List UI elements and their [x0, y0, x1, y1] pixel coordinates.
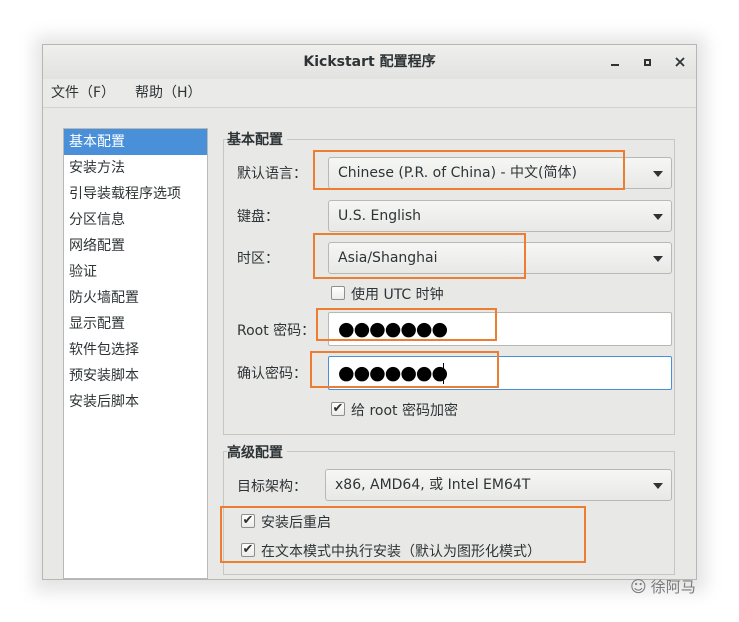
close-icon: [675, 57, 685, 67]
sidebar-item-auth[interactable]: 验证: [64, 259, 207, 285]
watermark: ☺ 徐阿马: [630, 576, 696, 597]
arch-label: 目标架构：: [237, 479, 307, 495]
window-title: Kickstart 配置程序: [303, 54, 436, 70]
menu-file[interactable]: 文件（F）: [51, 79, 115, 107]
sidebar-item-basic[interactable]: 基本配置: [64, 129, 207, 155]
maximize-button[interactable]: [635, 50, 659, 74]
wechat-icon: ☺: [630, 577, 647, 596]
sidebar-item-install-method[interactable]: 安装方法: [64, 155, 207, 181]
highlight-root-password: [316, 308, 497, 341]
basic-config-title: 基本配置: [227, 129, 287, 149]
sidebar: 基本配置 安装方法 引导装载程序选项 分区信息 网络配置 验证 防火墙配置 显示…: [63, 128, 208, 579]
highlight-advanced-options: [220, 506, 586, 563]
chevron-down-icon: [653, 256, 663, 262]
encrypt-checkbox[interactable]: ✔: [331, 402, 345, 416]
sidebar-item-post-script[interactable]: 安装后脚本: [64, 389, 207, 415]
language-label: 默认语言：: [237, 166, 307, 182]
arch-value: x86, AMD64, 或 Intel EM64T: [335, 477, 531, 493]
keyboard-combo[interactable]: U.S. English: [328, 200, 672, 232]
sidebar-item-partition[interactable]: 分区信息: [64, 207, 207, 233]
chevron-down-icon: [653, 171, 663, 177]
menu-help[interactable]: 帮助（H）: [135, 79, 202, 107]
root-password-label: Root 密码：: [237, 323, 316, 339]
sidebar-item-network[interactable]: 网络配置: [64, 233, 207, 259]
advanced-config-title: 高级配置: [227, 442, 287, 462]
sidebar-item-display[interactable]: 显示配置: [64, 311, 207, 337]
utc-label: 使用 UTC 时钟: [351, 287, 444, 303]
timezone-label: 时区：: [237, 251, 279, 267]
sidebar-item-firewall[interactable]: 防火墙配置: [64, 285, 207, 311]
maximize-icon: [643, 58, 651, 66]
minimize-button[interactable]: [603, 50, 627, 74]
close-button[interactable]: [668, 50, 692, 74]
confirm-password-label: 确认密码：: [237, 366, 307, 382]
encrypt-label: 给 root 密码加密: [351, 403, 458, 419]
app-window: Kickstart 配置程序 文件（F） 帮助（H） 基本配置 安装方法 引导装…: [42, 44, 697, 580]
menu-bar: 文件（F） 帮助（H）: [43, 79, 696, 108]
sidebar-item-pre-script[interactable]: 预安装脚本: [64, 363, 207, 389]
chevron-down-icon: [653, 483, 663, 489]
highlight-confirm-password: [310, 351, 499, 388]
highlight-language: [313, 150, 625, 190]
keyboard-value: U.S. English: [338, 208, 422, 224]
highlight-timezone: [313, 233, 526, 279]
sidebar-item-packages[interactable]: 软件包选择: [64, 337, 207, 363]
keyboard-label: 键盘：: [237, 209, 279, 225]
minimize-icon: [611, 64, 619, 66]
utc-checkbox[interactable]: [331, 286, 345, 300]
watermark-text: 徐阿马: [650, 578, 696, 596]
arch-combo[interactable]: x86, AMD64, 或 Intel EM64T: [325, 469, 672, 501]
title-bar[interactable]: Kickstart 配置程序: [43, 45, 696, 80]
sidebar-item-bootloader[interactable]: 引导装载程序选项: [64, 181, 207, 207]
chevron-down-icon: [653, 214, 663, 220]
